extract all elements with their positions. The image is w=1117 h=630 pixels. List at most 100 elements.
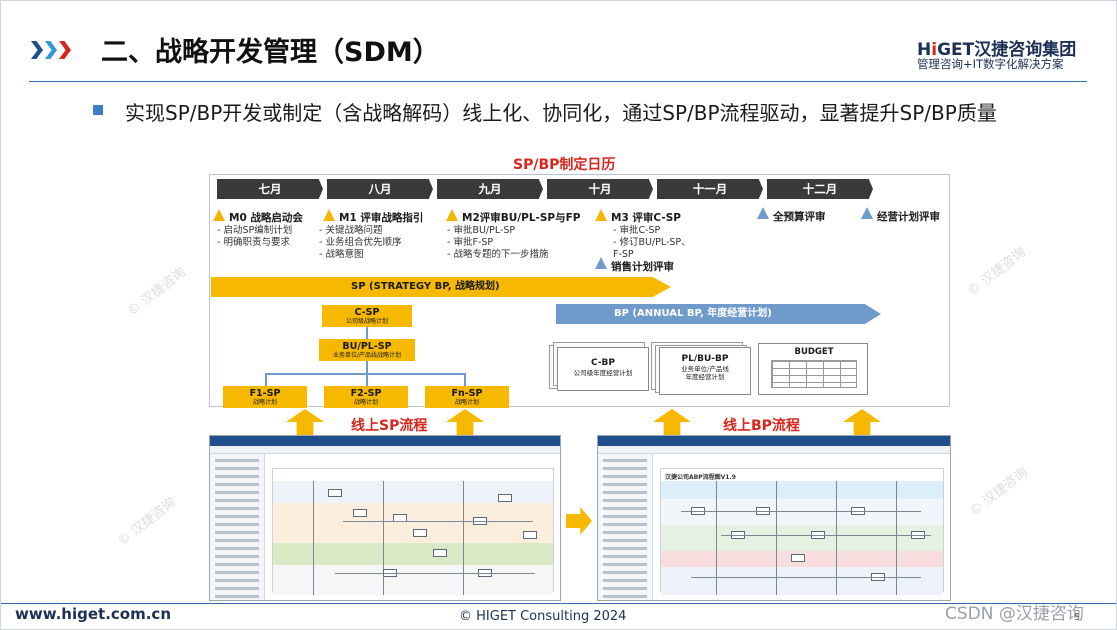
flow-line xyxy=(691,577,921,578)
milestone-m2-icon xyxy=(446,209,458,221)
f2-sp-sub: 战略计划 xyxy=(353,399,378,406)
milestone-m0-icon xyxy=(213,209,225,221)
right-arrow-icon xyxy=(566,507,592,535)
up-arrow-icon xyxy=(843,409,881,435)
f1-sp-name: F1-SP xyxy=(249,388,281,399)
fn-sp-name: Fn-SP xyxy=(451,388,483,399)
slide: 二、战略开发管理（SDM） HiGET汉捷咨询集团 管理咨询+IT数字化解决方案… xyxy=(0,0,1117,630)
app-sidebar xyxy=(598,454,653,600)
f2-sp-name: F2-SP xyxy=(350,388,382,399)
flow-node xyxy=(523,531,537,539)
pl-bu-bp-sub1: 业务单位/产品线 xyxy=(681,365,729,373)
budget-review: 全预算评审 xyxy=(773,211,826,223)
m2-item-2: - 审批F-SP xyxy=(447,237,494,248)
bp-bar: BP (ANNUAL BP, 年度经营计划) xyxy=(556,304,881,324)
milestone-m3: M3 评审C-SP xyxy=(611,212,681,224)
m1-item-2: - 业务组合优先顺序 xyxy=(319,237,402,248)
operation-review-icon xyxy=(861,207,873,219)
connector xyxy=(265,373,267,386)
chevron-1-icon xyxy=(31,41,43,59)
m0-item-1: - 启动SP编制计划 xyxy=(217,225,293,236)
up-arrow-icon xyxy=(446,409,484,435)
budget-doc: BUDGET xyxy=(758,343,868,395)
app-topbar xyxy=(598,436,950,446)
f1-sp-box: F1-SP 战略计划 xyxy=(223,386,307,408)
watermark: © 汉捷咨询 xyxy=(964,244,1029,300)
c-bp-name: C-BP xyxy=(590,358,615,368)
page-number: 5 xyxy=(1074,613,1080,623)
bp-flow-screenshot[interactable]: 汉捷公司ABP流程图V1.9 xyxy=(597,435,951,601)
m1-item-1: - 关键战略问题 xyxy=(319,225,383,236)
flow-node xyxy=(498,494,512,502)
flow-line xyxy=(721,535,931,536)
swimlane xyxy=(273,565,553,595)
bu-pl-sp-box: BU/PL-SP 业务单位/产品线战略计划 xyxy=(319,339,415,361)
watermark: © 汉捷咨询 xyxy=(966,464,1031,520)
pl-bu-bp-doc: PL/BU-BP 业务单位/产品线 年度经营计划 xyxy=(659,347,751,395)
chevron-3-icon xyxy=(59,41,71,59)
app-sidebar xyxy=(210,454,265,600)
bp-flow-label: 线上BP流程 xyxy=(723,418,800,434)
pl-bu-bp-sub2: 年度经营计划 xyxy=(685,373,725,381)
app-topbar xyxy=(210,436,560,446)
page-title: 二、战略开发管理（SDM） xyxy=(101,37,440,68)
m2-item-1: - 审批BU/PL-SP xyxy=(447,225,516,236)
fn-sp-sub: 战略计划 xyxy=(454,399,479,406)
connector xyxy=(464,373,466,386)
m3-item-1: - 审批C-SP xyxy=(613,225,661,236)
lane-divider xyxy=(383,481,384,595)
bullet-text: 实现SP/BP开发或制定（含战略解码）线上化、协同化，通过SP/BP流程驱动，显… xyxy=(125,101,997,125)
c-bp-sub: 公司级年度经营计划 xyxy=(573,369,633,377)
connector xyxy=(366,327,368,339)
app-tabbar xyxy=(598,446,950,454)
chevron-icon xyxy=(31,41,73,59)
connector xyxy=(265,373,465,375)
month-october: 十月 xyxy=(547,179,653,199)
bu-pl-sp-sub: 业务单位/产品线战略计划 xyxy=(332,352,402,359)
bp-flow-canvas: 汉捷公司ABP流程图V1.9 xyxy=(660,468,944,595)
month-july: 七月 xyxy=(217,179,323,199)
sp-bar: SP (STRATEGY BP, 战略规划) xyxy=(211,277,671,297)
c-bp-doc: C-BP 公司级年度经营计划 xyxy=(557,347,649,391)
app-tabbar xyxy=(210,446,560,454)
month-november: 十一月 xyxy=(657,179,763,199)
header-divider xyxy=(29,81,1087,82)
milestone-m3-icon xyxy=(595,209,607,221)
footer-url[interactable]: www.higet.com.cn xyxy=(15,605,171,623)
flow-line xyxy=(343,521,533,522)
calendar-title: SP/BP制定日历 xyxy=(513,157,616,173)
milestone-m1: M1 评审战略指引 xyxy=(339,212,424,224)
month-september: 九月 xyxy=(437,179,543,199)
f1-sp-sub: 战略计划 xyxy=(252,399,277,406)
m0-item-2: - 明确职责与要求 xyxy=(217,237,290,248)
sp-flow-screenshot[interactable] xyxy=(209,435,561,601)
lane-divider xyxy=(313,481,314,595)
up-arrow-icon xyxy=(653,409,691,435)
fn-sp-box: Fn-SP 战略计划 xyxy=(425,386,509,408)
bp-chart-title: 汉捷公司ABP流程图V1.9 xyxy=(665,474,736,481)
budget-name: BUDGET xyxy=(794,347,834,357)
budget-table-icon xyxy=(771,360,857,388)
watermark: © 汉捷咨询 xyxy=(114,494,179,550)
c-sp-box: C-SP 公司级战略计划 xyxy=(322,305,412,327)
csdn-watermark: CSDN @汉捷咨询 xyxy=(945,604,1084,624)
milestone-m2: M2评审BU/PL-SP与FP xyxy=(462,212,581,224)
c-sp-sub: 公司级战略计划 xyxy=(345,318,388,325)
sales-review: 销售计划评审 xyxy=(611,261,674,273)
c-sp-name: C-SP xyxy=(354,307,380,318)
swimlane xyxy=(661,567,943,595)
swimlane xyxy=(661,481,943,499)
milestone-m0: M0 战略启动会 xyxy=(229,212,303,224)
flow-node xyxy=(791,554,805,562)
f2-sp-box: F2-SP 战略计划 xyxy=(324,386,408,408)
flow-node xyxy=(413,529,427,537)
flow-node xyxy=(353,509,367,517)
lane-divider xyxy=(463,481,464,595)
month-december: 十二月 xyxy=(767,179,873,199)
flow-node xyxy=(328,489,342,497)
bu-pl-sp-name: BU/PL-SP xyxy=(342,341,392,352)
month-august: 八月 xyxy=(327,179,433,199)
budget-review-icon xyxy=(757,207,769,219)
logo-subtitle: 管理咨询+IT数字化解决方案 xyxy=(917,57,1064,71)
m2-item-3: - 战略专题的下一步措施 xyxy=(447,249,549,260)
